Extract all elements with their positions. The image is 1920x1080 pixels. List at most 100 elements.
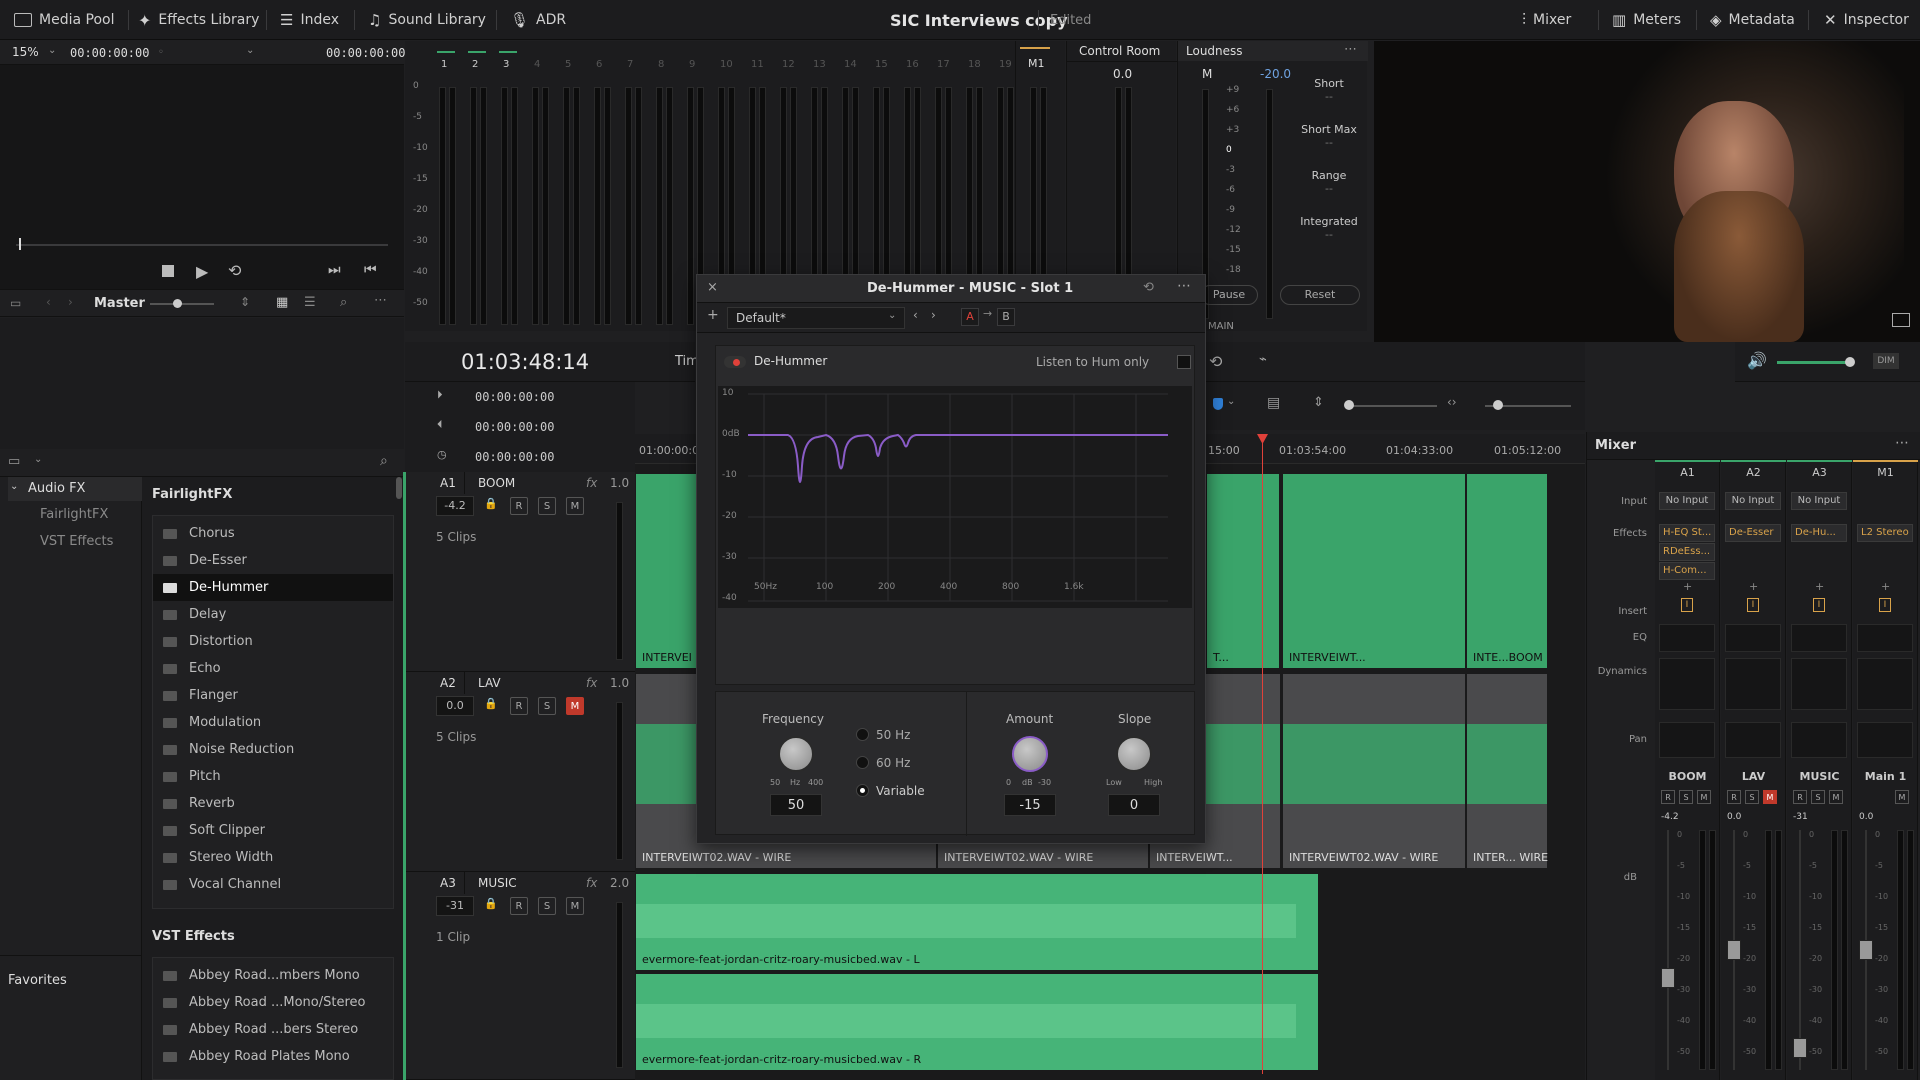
insert-button[interactable]: I — [1879, 598, 1891, 612]
inspector-button[interactable]: ✕ Inspector — [1824, 0, 1909, 40]
solo-button[interactable]: S — [538, 697, 556, 715]
track-name[interactable]: BOOM — [478, 476, 515, 490]
list-view-icon[interactable]: ☰ — [304, 295, 316, 310]
more-options-icon[interactable]: ⋯ — [1344, 42, 1357, 57]
insert-button[interactable]: I — [1747, 598, 1759, 612]
radio-variable[interactable] — [856, 784, 869, 797]
dynamics-thumbnail[interactable] — [1857, 658, 1913, 710]
chevron-down-icon[interactable]: ⌄ — [10, 481, 18, 492]
dynamics-thumbnail[interactable] — [1791, 658, 1847, 710]
mixer-mute-button[interactable]: M — [1763, 790, 1777, 804]
effect-item[interactable]: Vocal Channel — [153, 871, 393, 898]
add-effect-icon[interactable]: + — [1881, 580, 1890, 593]
vertical-zoom-icon[interactable]: ⇕ — [1313, 395, 1324, 410]
track-fx-label[interactable]: fx — [586, 676, 597, 690]
mixer-input-select[interactable]: No Input — [1659, 492, 1715, 510]
track-volume[interactable]: -4.2 — [436, 496, 474, 516]
compare-b-button[interactable]: B — [997, 308, 1015, 326]
eq-thumbnail[interactable] — [1725, 624, 1781, 652]
lock-icon[interactable]: 🔒 — [484, 697, 498, 710]
mixer-effect-slot[interactable]: RDeEss... — [1659, 543, 1715, 561]
reset-button[interactable]: Reset — [1280, 285, 1360, 305]
mixer-solo-button[interactable]: S — [1745, 790, 1759, 804]
solo-button[interactable]: S — [538, 497, 556, 515]
index-button[interactable]: ☰ Index — [280, 0, 339, 40]
effect-item[interactable]: Stereo Width — [153, 844, 393, 871]
mixer-input-select[interactable]: No Input — [1725, 492, 1781, 510]
sort-icon[interactable]: ⇕ — [240, 295, 250, 309]
radio-60hz[interactable] — [856, 756, 869, 769]
clip-a1-3[interactable]: INTERVEIWT... — [1283, 474, 1465, 668]
panel-toggle-icon[interactable]: ▭ — [8, 454, 20, 469]
dynamics-thumbnail[interactable] — [1725, 658, 1781, 710]
fader-handle[interactable] — [1727, 940, 1741, 960]
compare-a-button[interactable]: A — [961, 308, 979, 326]
frequency-knob[interactable] — [778, 736, 814, 772]
eq-thumbnail[interactable] — [1791, 624, 1847, 652]
more-options-icon[interactable]: ⋯ — [374, 293, 387, 308]
slider-handle[interactable] — [173, 299, 182, 308]
add-effect-icon[interactable]: + — [1749, 580, 1758, 593]
previous-preset-icon[interactable]: ‹ — [913, 308, 918, 322]
dim-button[interactable]: DIM — [1873, 353, 1899, 369]
clip-a1-2[interactable]: T... — [1207, 474, 1279, 668]
grid-view-icon[interactable]: ▦ — [276, 295, 288, 310]
effect-item[interactable]: Reverb — [153, 790, 393, 817]
speaker-icon[interactable]: 🔊 — [1747, 351, 1767, 370]
mixer-mute-button[interactable]: M — [1829, 790, 1843, 804]
track-header[interactable]: A2 LAV fx 1.0 0.0 🔒 R S M 5 Clips — [406, 672, 635, 872]
effect-item[interactable]: De-Hummer — [153, 574, 393, 601]
amount-knob[interactable] — [1012, 736, 1048, 772]
record-arm-button[interactable]: R — [510, 497, 528, 515]
more-options-icon[interactable]: ⋯ — [1177, 278, 1191, 294]
search-icon[interactable]: ⌕ — [380, 453, 388, 469]
track-volume[interactable]: -31 — [436, 896, 474, 916]
effect-item[interactable]: Echo — [153, 655, 393, 682]
slider-handle[interactable] — [1845, 357, 1855, 367]
mute-button[interactable]: M — [566, 697, 584, 715]
mixer-button[interactable]: ⫶ Mixer — [1522, 0, 1571, 40]
insert-button[interactable]: I — [1813, 598, 1825, 612]
horizontal-zoom-icon[interactable]: ‹› — [1447, 395, 1457, 409]
vst-effect-item[interactable]: Abbey Road Plates Mono — [153, 1043, 393, 1070]
pan-thumbnail[interactable] — [1659, 722, 1715, 758]
main-selector[interactable]: MAIN — [1208, 321, 1234, 332]
clip-a3-right[interactable]: evermore-feat-jordan-critz-roary-musicbe… — [636, 974, 1318, 1070]
forward-arrow-icon[interactable]: › — [68, 295, 73, 309]
amount-value[interactable]: -15 — [1004, 794, 1056, 816]
chevron-down-icon[interactable]: ⌄ — [1227, 396, 1235, 407]
pause-button[interactable]: Pause — [1200, 285, 1258, 305]
snap-icon[interactable]: ⌁ — [1259, 352, 1267, 367]
media-pool-button[interactable]: Media Pool — [14, 0, 114, 40]
add-preset-icon[interactable]: + — [707, 307, 719, 323]
eq-thumbnail[interactable] — [1857, 624, 1913, 652]
search-icon[interactable]: ⌕ — [340, 295, 347, 310]
insert-button[interactable]: I — [1681, 598, 1693, 612]
viewer-scrubber[interactable] — [16, 244, 388, 246]
add-effect-icon[interactable]: + — [1683, 580, 1692, 593]
track-fx-label[interactable]: fx — [586, 876, 597, 890]
adr-button[interactable]: 🎙 ADR — [510, 0, 566, 40]
mixer-effect-slot[interactable]: De-Esser — [1725, 524, 1781, 542]
pan-thumbnail[interactable] — [1791, 722, 1847, 758]
meters-button[interactable]: ▥ Meters — [1612, 0, 1681, 40]
vst-effect-item[interactable]: Abbey Road...mbers Mono — [153, 962, 393, 989]
effect-item[interactable]: De-Esser — [153, 547, 393, 574]
mixer-input-select[interactable]: No Input — [1791, 492, 1847, 510]
mixer-mute-button[interactable]: M — [1895, 790, 1909, 804]
mixer-mute-button[interactable]: M — [1697, 790, 1711, 804]
fader-handle[interactable] — [1859, 940, 1873, 960]
close-icon[interactable]: × — [707, 280, 718, 295]
zoom-level[interactable]: 15% — [12, 45, 39, 59]
fader-handle[interactable] — [1793, 1038, 1807, 1058]
mixer-effect-slot[interactable]: L2 Stereo — [1857, 524, 1913, 542]
radio-50hz[interactable] — [856, 728, 869, 741]
track-header[interactable]: A1 BOOM fx 1.0 -4.2 🔒 R S M 5 Clips — [406, 472, 635, 672]
dynamics-thumbnail[interactable] — [1659, 658, 1715, 710]
effect-item[interactable]: Distortion — [153, 628, 393, 655]
slider-handle[interactable] — [1493, 400, 1503, 410]
tree-fairlight-fx[interactable]: FairlightFX — [40, 507, 108, 522]
tree-audio-fx[interactable]: Audio FX — [8, 477, 142, 501]
mixer-effect-slot[interactable]: H-EQ St... — [1659, 524, 1715, 542]
clip-a3-left[interactable]: evermore-feat-jordan-critz-roary-musicbe… — [636, 874, 1318, 970]
